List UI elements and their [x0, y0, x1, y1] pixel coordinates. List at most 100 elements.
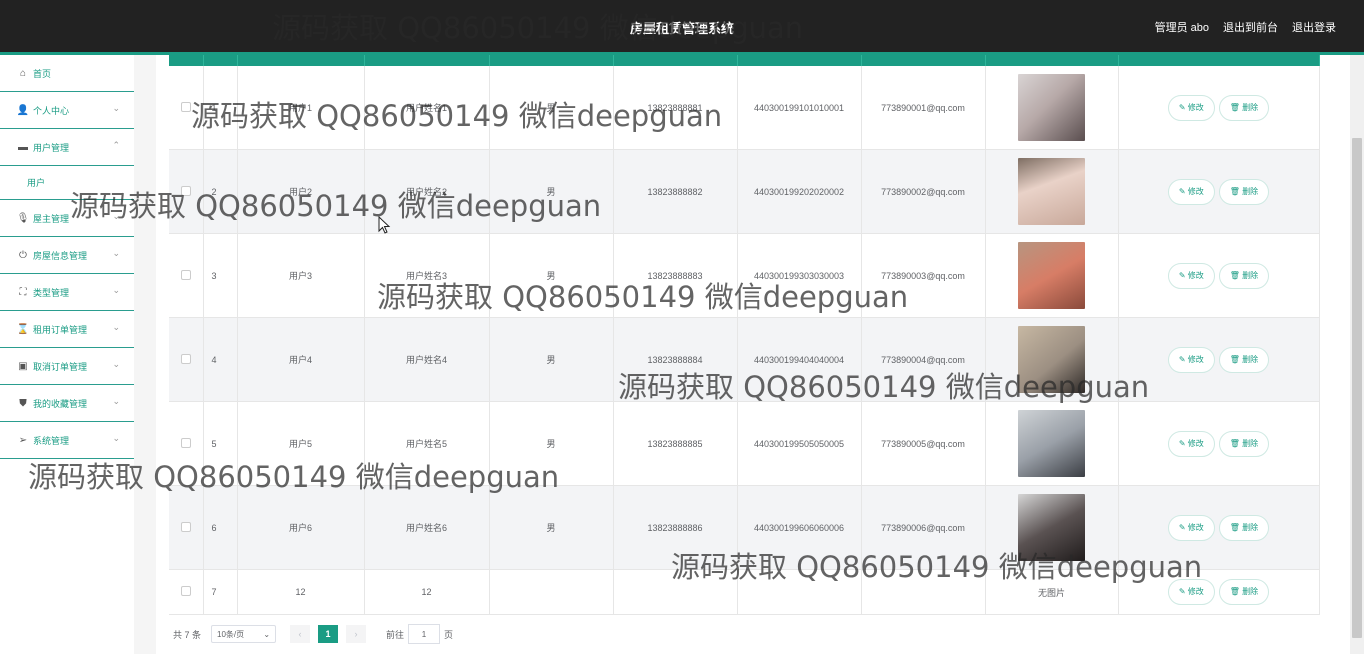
cell-name: 12 — [364, 569, 490, 615]
chevron-down-icon: ⌄ — [112, 359, 120, 369]
page-size-select[interactable]: 10条/页 ⌄ — [211, 625, 277, 643]
delete-button[interactable]: 🗑 删除 — [1218, 178, 1270, 205]
sidebar-item-cancel-orders[interactable]: ▣ 取消订单管理 ⌄ — [0, 348, 134, 385]
row-checkbox[interactable] — [180, 269, 191, 280]
trash-icon: 🗑 — [1229, 186, 1243, 196]
goto-page-input[interactable]: 1 — [408, 624, 441, 644]
cell-phone: 13823888885 — [613, 401, 738, 486]
cell-account: 用户2 — [237, 149, 365, 234]
header-cell — [737, 55, 862, 66]
header-cell — [613, 55, 738, 66]
sidebar-item-personal-center[interactable]: 👤 个人中心 ⌄ — [0, 92, 134, 129]
sidebar-item-label: 租用订单管理 — [33, 324, 88, 335]
user-avatar-image — [1018, 326, 1085, 393]
sidebar-item-user-management[interactable]: ▬ 用户管理 ⌃ — [0, 129, 134, 166]
row-checkbox[interactable] — [180, 353, 191, 364]
header-cell — [489, 55, 614, 66]
sidebar-item-rental-orders[interactable]: ⌛ 租用订单管理 ⌄ — [0, 311, 134, 348]
table-row: 3 用户3 用户姓名3 男 13823888883 440300199303030003 7… — [169, 233, 1320, 318]
user-avatar-image — [1018, 74, 1085, 141]
cell-id-card: 440300199202020002 — [737, 149, 862, 234]
delete-button[interactable]: 🗑 删除 — [1218, 514, 1270, 541]
logout-link[interactable]: 退出登录 — [1292, 19, 1336, 35]
row-checkbox[interactable] — [180, 521, 191, 532]
edit-button[interactable]: ✎ 修改 — [1167, 514, 1215, 541]
cell-index: 7 — [203, 569, 238, 615]
edit-icon: ✎ — [1178, 102, 1188, 112]
header-cell — [169, 55, 204, 66]
sidebar-item-home[interactable]: ⌂ 首页 — [0, 55, 134, 92]
cell-id-card: 440300199404040004 — [737, 317, 862, 402]
edit-button[interactable]: ✎ 修改 — [1167, 262, 1215, 289]
row-checkbox-cell — [169, 401, 204, 486]
sidebar-item-house-info[interactable]: ⏻ 房屋信息管理 ⌄ — [0, 237, 134, 274]
submenu-item-users[interactable]: 用户 — [0, 166, 134, 200]
edit-label: 修改 — [1187, 102, 1204, 112]
edit-label: 修改 — [1187, 522, 1204, 532]
edit-button[interactable]: ✎ 修改 — [1167, 346, 1215, 373]
delete-label: 删除 — [1242, 587, 1259, 596]
sidebar-item-owner-management[interactable]: 🎙 屋主管理 ⌄ — [0, 200, 134, 237]
row-checkbox[interactable] — [180, 101, 191, 112]
cell-email: 773890002@qq.com — [861, 149, 986, 234]
pagination: 共 7 条 10条/页 ⌄ ‹ 1 › 前往 1 页 — [173, 623, 453, 645]
user-avatar-image — [1018, 410, 1085, 477]
row-checkbox[interactable] — [180, 185, 191, 196]
sidebar-item-label: 系统管理 — [33, 435, 70, 446]
sidebar-item-type-management[interactable]: ⛶ 类型管理 ⌄ — [0, 274, 134, 311]
app-title: 房屋租赁管理系统 — [630, 21, 735, 36]
edit-button[interactable]: ✎ 修改 — [1167, 178, 1215, 205]
exit-to-front-link[interactable]: 退出到前台 — [1223, 19, 1278, 35]
cell-actions: ✎ 修改 🗑 删除 — [1118, 149, 1320, 234]
delete-button[interactable]: 🗑 删除 — [1218, 430, 1270, 457]
cell-photo — [985, 233, 1119, 318]
scrollbar-thumb[interactable] — [1352, 138, 1362, 638]
row-checkbox[interactable] — [180, 586, 191, 596]
cell-gender: 男 — [489, 401, 614, 486]
briefcase-icon: ▣ — [18, 360, 28, 372]
mouse-cursor-icon — [378, 216, 391, 234]
goto-label: 前往 — [386, 629, 405, 640]
cell-photo — [985, 485, 1119, 570]
sidebar-item-favorites[interactable]: ⛊ 我的收藏管理 ⌄ — [0, 385, 134, 422]
cell-email: 773890005@qq.com — [861, 401, 986, 486]
sidebar-item-label: 我的收藏管理 — [33, 398, 88, 409]
delete-button[interactable]: 🗑 删除 — [1218, 262, 1270, 289]
cell-actions: ✎ 修改 🗑 删除 — [1118, 401, 1320, 486]
cell-phone: 13823888884 — [613, 317, 738, 402]
chevron-down-icon: ⌄ — [112, 211, 120, 221]
cell-photo — [985, 401, 1119, 486]
cell-id-card: 440300199101010001 — [737, 66, 862, 150]
cell-gender: 男 — [489, 66, 614, 150]
prev-page-button[interactable]: ‹ — [290, 625, 311, 643]
trash-icon: 🗑 — [1229, 587, 1243, 596]
sidebar-item-system[interactable]: ➢ 系统管理 ⌄ — [0, 422, 134, 459]
edit-button[interactable]: ✎ 修改 — [1167, 430, 1215, 457]
table-header — [169, 55, 1320, 66]
edit-button[interactable]: ✎ 修改 — [1167, 579, 1215, 605]
scrollbar[interactable] — [1350, 55, 1364, 654]
page-number-button[interactable]: 1 — [318, 625, 339, 643]
cell-index: 4 — [203, 317, 238, 402]
cell-phone — [613, 569, 738, 615]
send-icon: ➢ — [18, 434, 28, 446]
delete-button[interactable]: 🗑 删除 — [1218, 579, 1270, 605]
cell-gender: 男 — [489, 149, 614, 234]
chevron-down-icon: ⌄ — [112, 396, 120, 406]
next-page-button[interactable]: › — [346, 625, 367, 643]
chevron-down-icon: ⌄ — [112, 322, 120, 332]
row-checkbox[interactable] — [180, 437, 191, 448]
edit-button[interactable]: ✎ 修改 — [1167, 94, 1215, 121]
delete-label: 删除 — [1242, 186, 1259, 196]
cell-phone: 13823888882 — [613, 149, 738, 234]
admin-label: 管理员 abo — [1154, 22, 1209, 34]
delete-button[interactable]: 🗑 删除 — [1218, 346, 1270, 373]
cell-email: 773890001@qq.com — [861, 66, 986, 150]
user-avatar-image — [1018, 242, 1085, 309]
delete-button[interactable]: 🗑 删除 — [1218, 94, 1270, 121]
cell-name: 用户姓名6 — [364, 485, 490, 570]
hourglass-icon: ⌛ — [16, 323, 30, 335]
delete-label: 删除 — [1242, 270, 1259, 280]
cell-index: 2 — [203, 149, 238, 234]
cell-photo — [985, 317, 1119, 402]
